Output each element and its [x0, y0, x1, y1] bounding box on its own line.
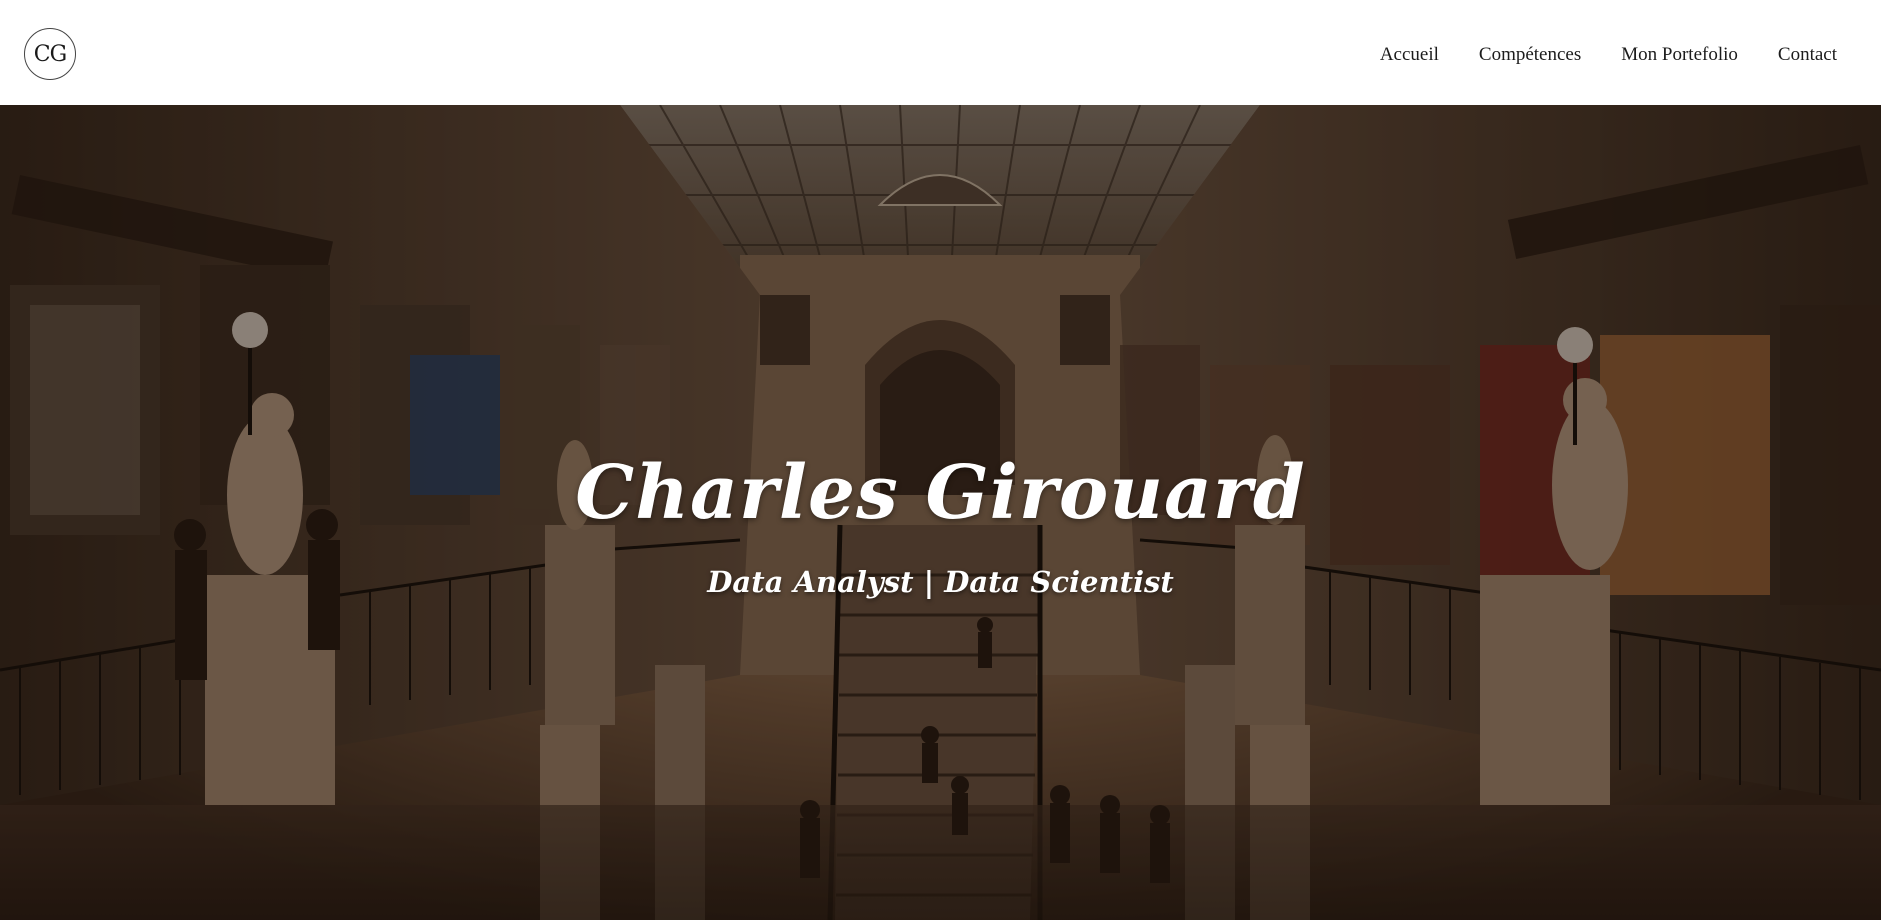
hero-title: Charles Girouard — [575, 450, 1306, 536]
page: CG Accueil Compétences Mon Portefolio Co… — [0, 0, 1881, 920]
logo[interactable]: CG — [24, 28, 76, 80]
main-nav: Accueil Compétences Mon Portefolio Conta… — [1380, 44, 1837, 66]
hero-section: Charles Girouard Data Analyst | Data Sci… — [0, 105, 1881, 920]
nav-link-accueil[interactable]: Accueil — [1380, 44, 1439, 66]
hero-subtitle: Data Analyst | Data Scientist — [707, 565, 1174, 599]
nav-link-contact[interactable]: Contact — [1778, 44, 1837, 66]
nav-link-portefolio[interactable]: Mon Portefolio — [1621, 44, 1738, 66]
nav-link-competences[interactable]: Compétences — [1479, 44, 1581, 66]
site-header: CG Accueil Compétences Mon Portefolio Co… — [0, 0, 1881, 105]
